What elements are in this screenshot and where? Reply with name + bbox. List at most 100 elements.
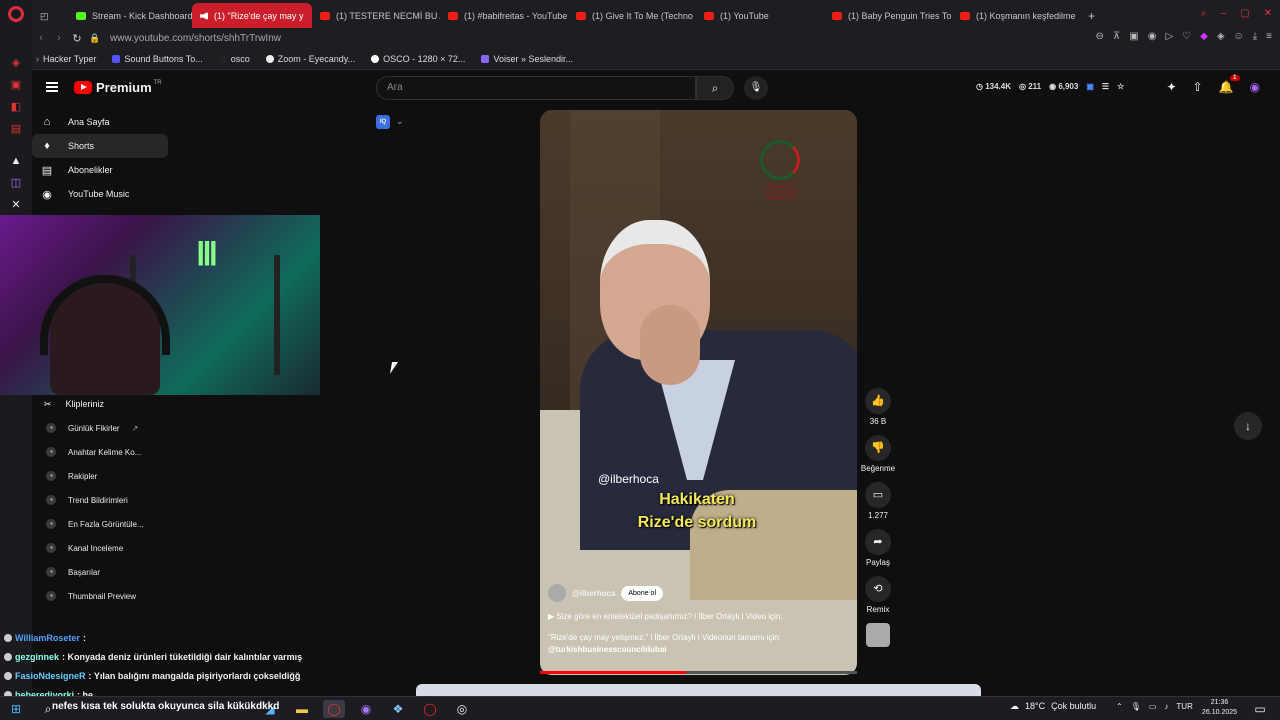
search-tabs-icon[interactable]: ⌕: [1201, 8, 1207, 19]
sidebar-item-clips[interactable]: ✂ Klipleriniz: [32, 392, 168, 416]
vidiq-icon[interactable]: ▣: [1086, 82, 1094, 91]
twitch-icon[interactable]: ◫: [7, 174, 25, 192]
taskbar-clock[interactable]: 21:36 26.10.2025: [1202, 698, 1237, 718]
pin-icon[interactable]: ⊼: [1113, 31, 1120, 42]
windows-start-icon[interactable]: ⊞: [5, 700, 27, 718]
network-icon[interactable]: ▭: [1149, 702, 1157, 711]
tab-strip: ◰ Stream - Kick Dashboard (1) "Rize'de ç…: [32, 0, 1280, 30]
search-input[interactable]: Ara: [376, 76, 696, 100]
dislike-button[interactable]: 👎 Beğenme: [860, 435, 896, 473]
comments-button[interactable]: ▭ 1.277: [860, 482, 896, 520]
opera-vpn-icon[interactable]: ◈: [7, 54, 25, 72]
mic-tray-icon[interactable]: 🎙: [1131, 702, 1141, 711]
sidebar-item-home[interactable]: ⌂ Ana Sayfa: [32, 110, 168, 134]
next-video-button[interactable]: ↓: [1234, 412, 1262, 440]
close-icon[interactable]: ✕: [1264, 8, 1272, 19]
bookmark-item[interactable]: Voiser » Seslendir...: [481, 54, 573, 64]
search-button[interactable]: ⌕: [696, 76, 734, 100]
sidebar-item-shorts[interactable]: ♦ Shorts: [32, 134, 168, 158]
shield-icon[interactable]: ◉: [1148, 31, 1157, 42]
tool-item[interactable]: ◂ Anahtar Kelime Ko...: [32, 440, 168, 464]
voice-search-icon[interactable]: 🎙: [744, 76, 768, 100]
tool-item[interactable]: ◂ Başarılar: [32, 560, 168, 584]
app-icon[interactable]: ❖: [387, 700, 409, 718]
language-indicator[interactable]: TUR: [1176, 702, 1192, 711]
like-button[interactable]: 👍 36 B: [860, 388, 896, 426]
bookmark-item[interactable]: OSCO - 1280 × 72...: [371, 54, 465, 64]
account-avatar[interactable]: ◉: [1250, 80, 1260, 94]
opera-logo-icon[interactable]: [8, 6, 24, 22]
new-tab-button[interactable]: +: [1080, 3, 1104, 29]
zoom-icon[interactable]: ⊖: [1096, 31, 1104, 42]
subs-stat: ◎ 211: [1019, 82, 1042, 91]
chevron-down-icon[interactable]: ⌄: [396, 116, 404, 127]
channel-name[interactable]: @ilberhoca: [572, 589, 615, 598]
obs-icon[interactable]: ◎: [451, 700, 473, 718]
opera-news-icon[interactable]: ▤: [7, 120, 25, 138]
sidebar-item-subscriptions[interactable]: ▤ Abonelikler: [32, 158, 168, 182]
tab-youtube[interactable]: (1) Baby Penguin Tries To: [824, 3, 952, 29]
opera-bag-icon[interactable]: ▣: [7, 76, 25, 94]
back-icon[interactable]: ‹: [32, 32, 50, 44]
tab-active-video[interactable]: (1) "Rize'de çay may y: [192, 3, 312, 29]
tab-youtube[interactable]: (1) Give It To Me (Techno: [568, 3, 696, 29]
tool-item[interactable]: ◂ En Fazla Görüntüle...: [32, 512, 168, 536]
video-description-line[interactable]: ▶ Size göre en entelektüel padişahımız? …: [548, 612, 850, 622]
opera-gx-taskbar-icon[interactable]: ◯: [323, 699, 345, 718]
tab-search-icon[interactable]: ◰: [32, 3, 68, 29]
notification-center-icon[interactable]: ▭: [1249, 700, 1271, 718]
notifications-icon[interactable]: 🔔 1: [1219, 75, 1240, 94]
tool-item[interactable]: ◂ Rakipler: [32, 464, 168, 488]
opera-aria-icon[interactable]: ▲: [7, 152, 25, 170]
channel-avatar[interactable]: [548, 584, 566, 602]
tab-youtube[interactable]: (1) Koşmanın keşfedilme: [952, 3, 1080, 29]
maximize-icon[interactable]: ▢: [1240, 8, 1249, 19]
extension-icon[interactable]: ◆: [1200, 31, 1208, 42]
reload-icon[interactable]: ↻: [68, 32, 86, 45]
bookmark-item[interactable]: Zoom - Eyecandy...: [265, 54, 355, 64]
vidiq-filter-button[interactable]: IQ: [376, 115, 390, 129]
hamburger-menu-icon[interactable]: [46, 82, 58, 92]
tool-item[interactable]: ◂ Trend Bildirimleri: [32, 488, 168, 512]
url-field[interactable]: www.youtube.com/shorts/shhTrTrwInw: [110, 33, 281, 44]
remix-button[interactable]: ⟲ Remix: [860, 576, 896, 614]
opera-messenger-icon[interactable]: ◧: [7, 98, 25, 116]
subscribe-button[interactable]: Abone ol: [621, 585, 664, 601]
bookmark-item[interactable]: osco: [218, 54, 250, 64]
tool-item[interactable]: ◂ Kanal Inceleme: [32, 536, 168, 560]
bookmark-item[interactable]: Sound Buttons To...: [112, 54, 203, 64]
snapshot-icon[interactable]: ▣: [1129, 31, 1138, 42]
tool-item[interactable]: ◂ Thumbnail Preview: [32, 584, 168, 608]
video-progress-bar[interactable]: [540, 671, 857, 674]
weather-widget[interactable]: ☁ 18°C Çok bulutlu: [1010, 701, 1096, 712]
download-icon[interactable]: ⤓: [1253, 31, 1257, 42]
minimize-icon[interactable]: –: [1221, 8, 1227, 19]
video-description[interactable]: "Rize'de çay may yetişmez." l İlber Orta…: [548, 632, 850, 656]
upload-icon[interactable]: ⇧: [1193, 80, 1203, 94]
create-icon[interactable]: ✦: [1166, 80, 1176, 94]
audio-thumbnail[interactable]: [860, 623, 896, 647]
bookmark-item[interactable]: › Hacker Typer: [36, 54, 96, 64]
sidebar-item-music[interactable]: ◉ YouTube Music: [32, 182, 168, 206]
forward-icon[interactable]: ›: [50, 32, 68, 44]
tab-youtube[interactable]: (1) #babifreitas - YouTube: [440, 3, 568, 29]
tool-item[interactable]: ◂ Günlük Fikirler ↗: [32, 416, 168, 440]
heart-icon[interactable]: ♡: [1182, 31, 1191, 42]
opera-taskbar-icon[interactable]: ◯: [419, 700, 441, 718]
play-icon[interactable]: ▷: [1165, 31, 1173, 42]
tray-chevron-icon[interactable]: ⌃: [1116, 702, 1123, 711]
share-button[interactable]: ➦ Paylaş: [860, 529, 896, 567]
discord-icon[interactable]: ◉: [355, 700, 377, 718]
x-icon[interactable]: ✕: [7, 196, 25, 214]
menu-icon[interactable]: ≡: [1266, 31, 1272, 42]
puzzle-icon[interactable]: ◈: [1217, 31, 1225, 42]
tab-kick[interactable]: Stream - Kick Dashboard: [68, 3, 192, 29]
list-icon[interactable]: ☰: [1102, 82, 1109, 91]
youtube-premium-logo[interactable]: Premium TR: [74, 80, 162, 95]
lightbulb-icon[interactable]: ☆: [1117, 82, 1124, 91]
tab-youtube[interactable]: (1) YouTube: [696, 3, 824, 29]
volume-icon[interactable]: ♪: [1164, 702, 1168, 711]
tab-youtube[interactable]: (1) TESTERE NECMİ BU A: [312, 3, 440, 29]
profile-icon[interactable]: ☺: [1234, 31, 1244, 42]
file-explorer-icon[interactable]: ▬: [291, 700, 313, 718]
